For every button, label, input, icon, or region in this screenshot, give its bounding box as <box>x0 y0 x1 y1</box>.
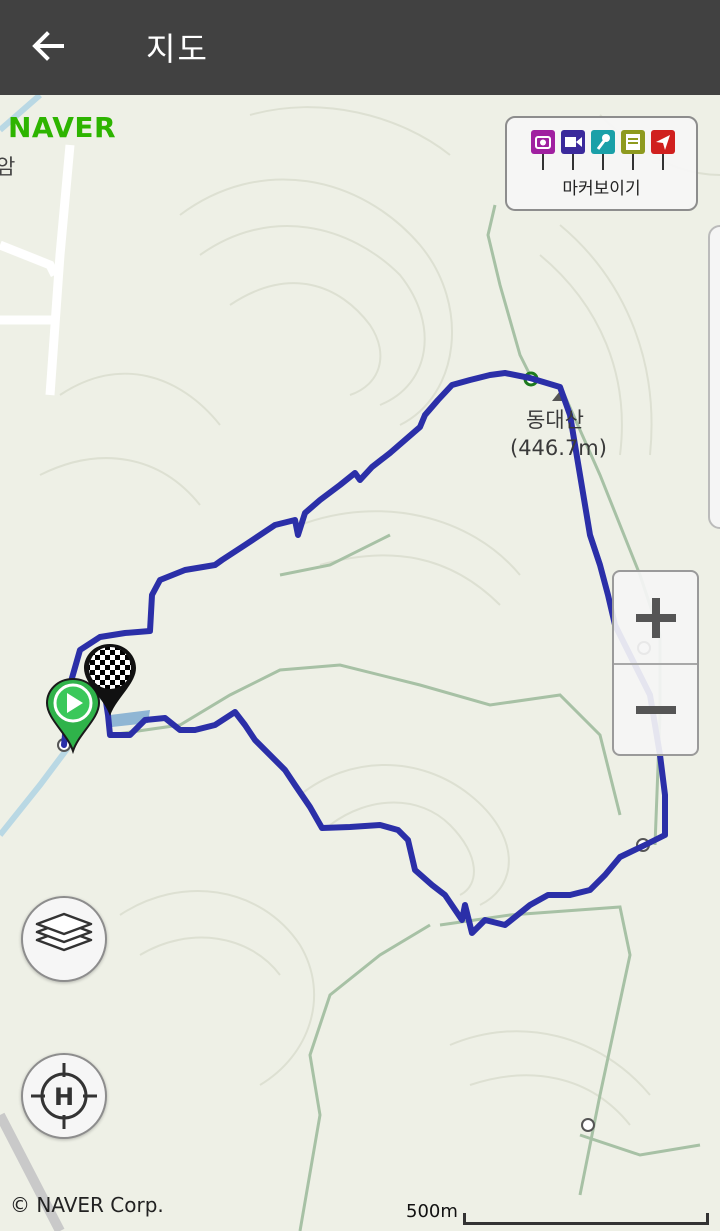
map-place-label: 암 <box>0 155 16 179</box>
video-icon <box>561 130 585 170</box>
home-target-icon: H <box>31 1063 97 1129</box>
scale-bar <box>463 1213 709 1225</box>
zoom-control <box>612 570 699 756</box>
naver-logo: NAVER <box>8 111 117 144</box>
camera-icon <box>531 130 555 170</box>
location-arrow-icon <box>651 130 675 170</box>
marker-toggle-panel[interactable]: 마커보이기 <box>505 116 698 211</box>
minus-icon <box>635 705 676 714</box>
back-arrow-icon[interactable] <box>28 26 68 66</box>
page-title: 지도 <box>146 30 209 68</box>
peak-name: 동대산 <box>526 408 584 432</box>
memo-icon <box>621 130 645 170</box>
microphone-icon <box>591 130 615 170</box>
zoom-in-button[interactable] <box>614 572 697 665</box>
layers-button[interactable] <box>21 896 107 982</box>
svg-text:H: H <box>54 1083 74 1111</box>
app-header: 지도 <box>0 0 720 95</box>
marker-pins <box>531 130 675 170</box>
map-view[interactable]: NAVER 암 동대산 (446.7m) 마커보이기 H © NAVER Cor… <box>0 95 720 1231</box>
plus-icon <box>635 597 676 638</box>
scale-label: 500m <box>406 1201 458 1222</box>
map-edge-tab <box>708 225 720 529</box>
zoom-out-button[interactable] <box>614 664 697 755</box>
map-copyright: © NAVER Corp. <box>10 1193 164 1217</box>
home-location-button[interactable]: H <box>21 1053 107 1139</box>
marker-toggle-label: 마커보이기 <box>562 179 641 199</box>
map-scale: 500m <box>406 1201 709 1231</box>
finish-checkered-icon[interactable] <box>80 640 140 720</box>
peak-elevation: (446.7m) <box>510 436 607 460</box>
layers-icon <box>35 912 93 952</box>
